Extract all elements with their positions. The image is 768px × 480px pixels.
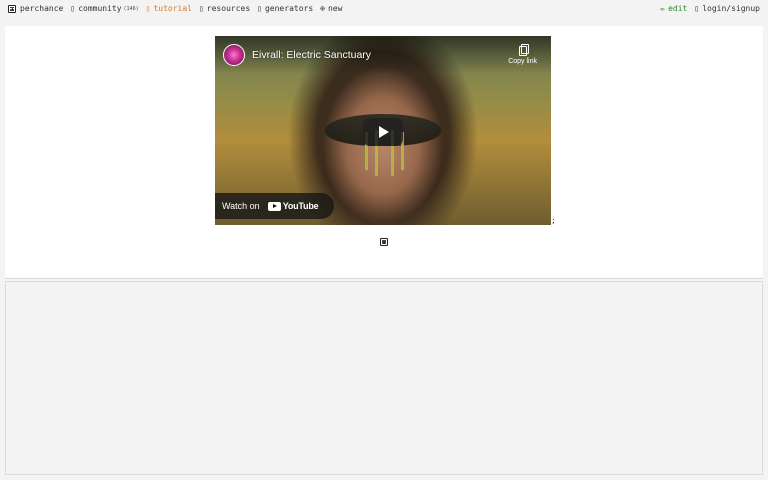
die-icon bbox=[380, 238, 388, 246]
tutorial-icon: ▯ bbox=[145, 4, 151, 13]
login-signup-button[interactable]: ▯ login/signup bbox=[694, 4, 760, 13]
nav-community[interactable]: ▯ community (146) bbox=[70, 4, 138, 13]
nav-perchance-label: perchance bbox=[20, 4, 64, 13]
nav-generators[interactable]: ▯ generators bbox=[257, 4, 313, 13]
edit-label: edit bbox=[668, 4, 688, 13]
channel-avatar[interactable] bbox=[223, 44, 245, 66]
nav-left: perchance ▯ community (146) ▯ tutorial ▯… bbox=[0, 0, 349, 17]
nav-generators-label: generators bbox=[264, 4, 314, 13]
trailing-semicolon: ; bbox=[551, 216, 556, 225]
nav-resources[interactable]: ▯ resources bbox=[199, 4, 250, 13]
nav-new[interactable]: ⊕ new bbox=[320, 4, 342, 13]
resources-icon: ▯ bbox=[198, 4, 204, 13]
pencil-icon: ✏ bbox=[660, 4, 666, 13]
watch-on-label: Watch on bbox=[222, 201, 260, 211]
user-icon: ▯ bbox=[694, 4, 700, 13]
play-button[interactable] bbox=[363, 118, 403, 146]
output-panel: Eivrall: Electric Sanctuary Copy link Wa… bbox=[5, 26, 763, 279]
nav-community-label: community bbox=[78, 4, 122, 13]
community-icon: ▯ bbox=[70, 4, 76, 13]
nav-new-label: new bbox=[327, 4, 343, 13]
nav-right: ✏ edit ▯ login/signup bbox=[660, 0, 768, 17]
nav-tutorial-label: tutorial bbox=[153, 4, 192, 13]
youtube-logo-icon bbox=[267, 201, 281, 211]
nav-tutorial[interactable]: ▯ tutorial bbox=[146, 4, 192, 13]
nav-perchance[interactable]: perchance bbox=[8, 4, 63, 13]
youtube-wordmark: YouTube bbox=[282, 201, 319, 211]
video-title[interactable]: Eivrall: Electric Sanctuary bbox=[252, 49, 371, 61]
copy-link-label: Copy link bbox=[508, 58, 537, 65]
generators-icon: ▯ bbox=[257, 4, 262, 13]
youtube-embed[interactable]: Eivrall: Electric Sanctuary Copy link Wa… bbox=[215, 36, 551, 225]
plus-circle-icon: ⊕ bbox=[320, 4, 325, 13]
watch-on-youtube-button[interactable]: Watch on YouTube bbox=[215, 193, 334, 219]
login-label: login/signup bbox=[702, 4, 760, 13]
community-count: (146) bbox=[123, 5, 139, 12]
top-nav-bar: perchance ▯ community (146) ▯ tutorial ▯… bbox=[0, 0, 768, 17]
nav-resources-label: resources bbox=[206, 4, 251, 13]
copy-icon bbox=[518, 44, 529, 56]
editor-panel[interactable] bbox=[5, 281, 763, 475]
edit-button[interactable]: ✏ edit bbox=[660, 4, 687, 13]
die-icon bbox=[8, 4, 16, 13]
copy-link-button[interactable]: Copy link bbox=[508, 44, 537, 65]
